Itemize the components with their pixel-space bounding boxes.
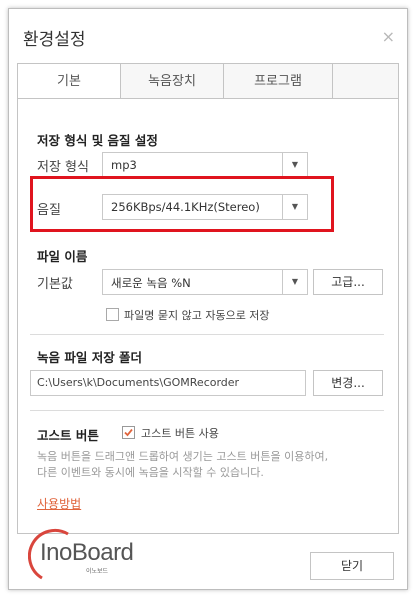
ghost-description-line1: 녹음 버튼을 드래그앤 드롭하여 생기는 고스트 버튼을 이용하여, <box>37 450 329 463</box>
divider <box>30 334 384 335</box>
chevron-down-icon: ▼ <box>282 153 307 177</box>
default-name-value: 새로운 녹음 %N <box>111 276 191 290</box>
tab-basic[interactable]: 기본 <box>17 63 121 99</box>
format-dropdown[interactable]: mp3 ▼ <box>102 152 308 178</box>
default-name-label: 기본값 <box>37 277 73 292</box>
tab-empty[interactable] <box>332 63 399 99</box>
tab-recording-device[interactable]: 녹음장치 <box>120 63 224 99</box>
filename-section-title: 파일 이름 <box>37 249 88 264</box>
tab-bar: 기본 녹음장치 프로그램 <box>17 63 399 99</box>
highlight-box <box>30 176 334 232</box>
format-label: 저장 형식 <box>37 160 89 175</box>
folder-section-title: 녹음 파일 저장 폴더 <box>37 350 143 365</box>
advanced-button[interactable]: 고급... <box>313 269 383 295</box>
storage-section-title: 저장 형식 및 음질 설정 <box>37 133 158 148</box>
check-icon <box>124 428 133 437</box>
default-name-combo[interactable]: 새로운 녹음 %N ▼ <box>102 269 308 295</box>
title-bar: 환경설정 × <box>9 9 407 59</box>
ghost-section-title: 고스트 버튼 <box>37 428 99 443</box>
folder-path-value: C:\Users\k\Documents\GOMRecorder <box>37 376 240 389</box>
ghost-use-checkbox-label: 고스트 버튼 사용 <box>141 427 219 440</box>
tab-program[interactable]: 프로그램 <box>223 63 333 99</box>
logo-subtext: 이노보드 <box>86 568 109 575</box>
logo-text: InoBoard <box>40 539 134 566</box>
format-value: mp3 <box>111 158 137 172</box>
chevron-down-icon: ▼ <box>282 270 307 294</box>
dialog-title: 환경설정 <box>23 30 86 50</box>
close-button[interactable]: 닫기 <box>310 552 394 580</box>
inoboard-logo: InoBoard 이노보드 <box>28 528 144 580</box>
ghost-description-line2: 다른 이벤트와 동시에 녹음을 시작할 수 있습니다. <box>37 466 264 479</box>
help-link[interactable]: 사용방법 <box>37 495 81 512</box>
change-folder-button[interactable]: 변경... <box>313 370 383 396</box>
ghost-use-checkbox[interactable] <box>122 426 135 439</box>
no-ask-checkbox-label: 파일명 묻지 않고 자동으로 저장 <box>124 309 270 322</box>
no-ask-checkbox[interactable] <box>106 308 119 321</box>
folder-path-field[interactable]: C:\Users\k\Documents\GOMRecorder <box>30 370 306 396</box>
close-icon[interactable]: × <box>382 27 395 46</box>
divider <box>30 410 384 411</box>
